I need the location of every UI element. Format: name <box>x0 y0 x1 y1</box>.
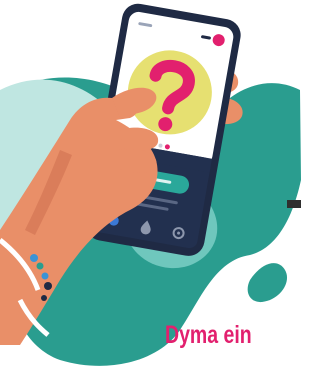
teal-drop <box>247 263 288 303</box>
settings-icon[interactable] <box>172 227 185 240</box>
dark-bar <box>287 200 301 208</box>
illustration <box>0 3 301 366</box>
caption-text: Dyma ein <box>165 321 252 349</box>
